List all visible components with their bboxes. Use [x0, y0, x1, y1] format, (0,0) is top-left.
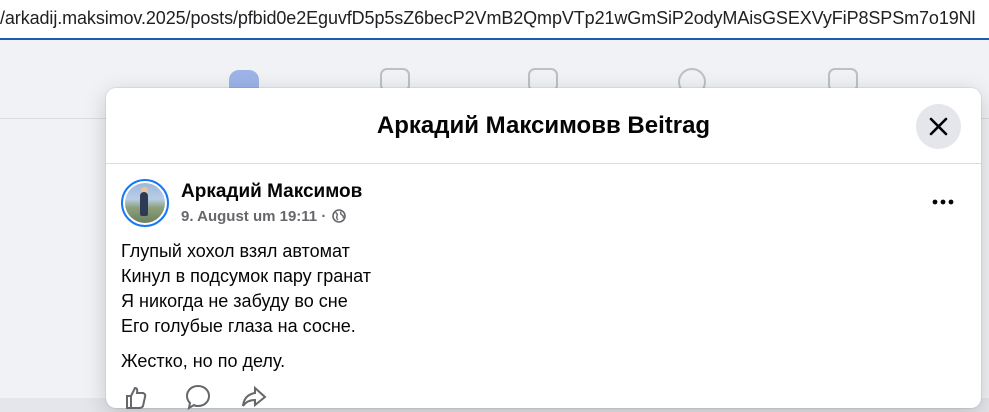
comment-icon[interactable] — [183, 382, 213, 412]
post-line-3: Я никогда не забуду во сне — [121, 291, 348, 311]
share-icon[interactable] — [239, 382, 269, 412]
more-options-button[interactable] — [928, 190, 958, 214]
post-modal: Аркадий Максимовв Beitrag Аркадий Максим… — [106, 88, 981, 412]
modal-header: Аркадий Максимовв Beitrag — [106, 88, 981, 164]
post-author-name[interactable]: Аркадий Максимов — [181, 181, 362, 203]
post-comment-line: Жестко, но по делу. — [121, 351, 286, 371]
close-button[interactable] — [916, 104, 961, 149]
url-text[interactable]: /arkadij.maksimov.2025/posts/pfbid0e2Egu… — [0, 8, 976, 29]
close-icon — [929, 117, 948, 136]
post-meta: 9. August um 19:11 · — [181, 208, 347, 225]
post-line-4: Его голубые глаза на сосне. — [121, 316, 356, 336]
post-line-1: Глупый хохол взял автомат — [121, 241, 350, 261]
avatar-figure — [140, 192, 148, 216]
globe-icon[interactable] — [332, 209, 347, 223]
post-line-2: Кинул в подсумок пару гранат — [121, 266, 372, 286]
avatar[interactable] — [121, 179, 169, 227]
like-icon[interactable] — [121, 382, 151, 412]
browser-address-bar[interactable]: /arkadij.maksimov.2025/posts/pfbid0e2Egu… — [0, 0, 989, 40]
more-horizontal-icon — [932, 199, 954, 205]
post-actions — [121, 380, 321, 412]
post-timestamp[interactable]: 9. August um 19:11 · — [181, 208, 326, 225]
post-text: Глупый хохол взял автомат Кинул в подсум… — [121, 239, 941, 374]
modal-title: Аркадий Максимовв Beitrag — [376, 112, 711, 139]
avatar-photo — [125, 183, 165, 223]
